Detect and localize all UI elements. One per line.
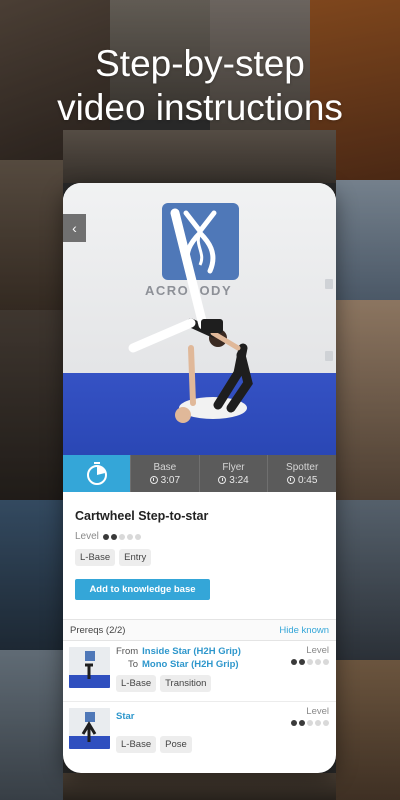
level-dot-empty xyxy=(134,533,141,540)
tab-label: Spotter xyxy=(286,461,319,473)
acro-pose-illustration xyxy=(128,208,253,423)
prereq-level: Level xyxy=(291,645,329,668)
level-dots xyxy=(102,533,141,540)
tab-spotter[interactable]: Spotter 0:45 xyxy=(267,455,336,492)
tag-chip[interactable]: L-Base xyxy=(75,549,116,566)
clock-icon xyxy=(149,476,158,484)
prereq-level: Level xyxy=(291,706,329,729)
prereq-transition-text: From Inside Star (H2H Grip) To Mono Star… xyxy=(116,645,241,671)
level-dot-filled xyxy=(299,659,305,665)
level-dot-empty xyxy=(315,659,321,665)
tab-duration: 3:24 xyxy=(200,474,268,487)
prereqs-label: Prereqs (2/2) xyxy=(70,624,126,636)
prereq-to-row: To Mono Star (H2H Grip) xyxy=(116,658,241,671)
level-dot-filled xyxy=(102,533,109,540)
level-dot-empty xyxy=(323,720,329,726)
tab-time: 0:45 xyxy=(297,474,318,486)
level-dot-filled xyxy=(299,720,305,726)
tag-chip[interactable]: Pose xyxy=(160,736,192,753)
back-button[interactable]: ‹ xyxy=(63,214,86,242)
level-dot-empty xyxy=(315,720,321,726)
tab-time: 3:24 xyxy=(229,474,249,486)
level-dot-empty xyxy=(118,533,125,540)
pose-title: Cartwheel Step-to-star xyxy=(75,509,209,523)
level-dot-filled xyxy=(291,659,297,665)
pose-level: Level xyxy=(75,531,141,542)
level-label: Level xyxy=(75,531,99,542)
to-label: To xyxy=(127,659,138,670)
clock-icon xyxy=(218,476,227,484)
prereq-item-transition[interactable]: From Inside Star (H2H Grip) To Mono Star… xyxy=(63,641,336,701)
clock-icon xyxy=(286,476,295,484)
level-dot-empty xyxy=(307,659,313,665)
tab-duration: 3:07 xyxy=(131,474,199,487)
tag-chip[interactable]: L-Base xyxy=(116,675,157,692)
level-dots xyxy=(291,720,329,726)
pose-link[interactable]: Star xyxy=(116,711,134,722)
level-dot-empty xyxy=(307,720,313,726)
prereqs-header: Prereqs (2/2) Hide known xyxy=(63,619,336,641)
prereq-tags: L-Base Pose xyxy=(116,736,192,753)
from-label: From xyxy=(116,646,139,657)
prereq-pose-text: Star xyxy=(116,710,134,723)
headline-line-1: Step-by-step xyxy=(95,43,305,84)
pose-thumbnail-image xyxy=(69,708,110,749)
headline-line-2: video instructions xyxy=(57,87,343,128)
prereq-tags: L-Base Transition xyxy=(116,675,212,692)
pose-thumbnail-image xyxy=(69,647,110,688)
hide-known-link[interactable]: Hide known xyxy=(279,625,329,636)
level-label: Level xyxy=(306,645,329,656)
tab-duration: 0:45 xyxy=(268,474,336,487)
tab-overview[interactable] xyxy=(63,455,130,492)
level-dots xyxy=(291,659,329,665)
prereq-thumbnail xyxy=(69,647,110,688)
tab-label: Flyer xyxy=(222,461,245,473)
tab-base[interactable]: Base 3:07 xyxy=(130,455,199,492)
from-pose-link[interactable]: Inside Star (H2H Grip) xyxy=(142,645,241,658)
level-dot-filled xyxy=(291,720,297,726)
tab-time: 3:07 xyxy=(160,474,181,486)
prereq-from-row: From Inside Star (H2H Grip) xyxy=(116,645,241,658)
prereq-item-pose[interactable]: Star Level L-Base Pose xyxy=(63,702,336,762)
video-player[interactable]: ACROYODY ‹ xyxy=(63,183,336,455)
role-tabs: Base 3:07 Flyer 3:24 Spotter 0:45 xyxy=(63,455,336,492)
level-dot-filled xyxy=(110,533,117,540)
level-dot-empty xyxy=(126,533,133,540)
chevron-left-icon: ‹ xyxy=(72,220,77,236)
tag-chip[interactable]: Entry xyxy=(119,549,152,566)
add-to-knowledge-base-button[interactable]: Add to knowledge base xyxy=(75,579,210,600)
tab-flyer[interactable]: Flyer 3:24 xyxy=(198,455,268,492)
pose-tags: L-Base Entry xyxy=(75,549,152,566)
prereq-thumbnail xyxy=(69,708,110,749)
tag-chip[interactable]: L-Base xyxy=(116,736,157,753)
headline: Step-by-step video instructions xyxy=(0,42,400,130)
tag-chip[interactable]: Transition xyxy=(160,675,212,692)
app-screen-card: ACROYODY ‹ Base 3:07 Flyer 3:24 Spotter … xyxy=(63,183,336,773)
to-pose-link[interactable]: Mono Star (H2H Grip) xyxy=(142,658,239,671)
level-dot-empty xyxy=(323,659,329,665)
timer-icon xyxy=(86,461,107,485)
tab-label: Base xyxy=(153,461,177,473)
level-label: Level xyxy=(306,706,329,717)
